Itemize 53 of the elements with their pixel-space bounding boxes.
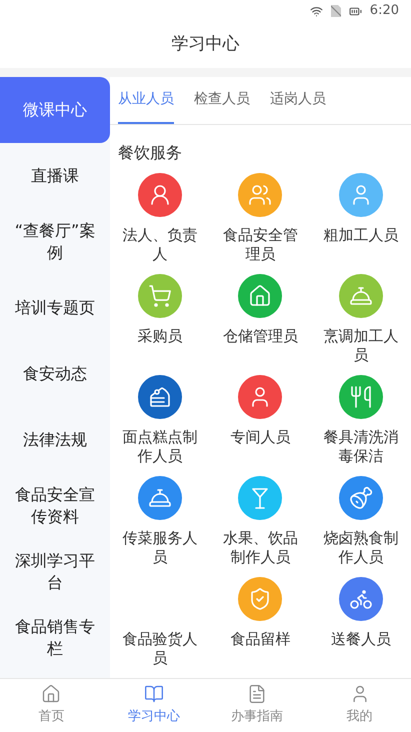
people-icon[interactable]	[238, 173, 282, 217]
role-link[interactable]: 传菜服务人员	[120, 529, 200, 567]
role-link[interactable]: 食品留样	[220, 630, 300, 649]
cloche-icon[interactable]	[138, 476, 182, 520]
clock-time: 6:20	[370, 2, 399, 20]
cart-icon[interactable]	[138, 274, 182, 318]
document-icon	[246, 684, 267, 704]
role-link[interactable]: 粗加工人员	[320, 226, 401, 245]
role-link[interactable]: 法人、负责人	[120, 226, 200, 264]
ham-icon[interactable]	[338, 476, 383, 520]
tab[interactable]: 检查人员	[194, 77, 250, 124]
sidebar-item[interactable]: 食品销售专栏	[0, 605, 110, 671]
nav-tab[interactable]: 学习中心	[102, 679, 206, 732]
role-link[interactable]: 餐具清洗消毒保洁	[320, 428, 401, 466]
sidebar-item[interactable]: 直播课	[0, 143, 110, 209]
page-title: 学习中心	[172, 33, 240, 56]
wifi-icon	[310, 4, 323, 18]
person-icon[interactable]	[338, 173, 383, 217]
shield-check-icon[interactable]	[238, 577, 282, 621]
book-icon	[144, 684, 164, 704]
role-link[interactable]: 水果、饮品制作人员	[220, 529, 300, 567]
sidebar-item[interactable]: 食安动态	[0, 341, 110, 407]
nav-tab[interactable]: 我的	[308, 679, 411, 732]
sidebar-item[interactable]: 深圳学习平台	[0, 539, 110, 605]
role-link[interactable]: 采购员	[120, 327, 200, 346]
role-link[interactable]: 仓储管理员	[220, 327, 300, 346]
person-icon[interactable]	[138, 173, 182, 217]
sidebar-item[interactable]: 法律法规	[0, 407, 110, 473]
tab[interactable]: 从业人员	[118, 77, 174, 124]
role-link[interactable]: 烹调加工人员	[320, 327, 401, 365]
person-icon[interactable]	[238, 375, 282, 419]
role-link[interactable]: 烧卤熟食制作人员	[320, 529, 401, 567]
home-icon	[41, 684, 62, 704]
sidebar-item[interactable]: 微课中心	[0, 77, 110, 143]
role-link[interactable]: 食品验货人员	[120, 630, 200, 668]
sidebar-item[interactable]: 食品安全宣传资料	[0, 473, 110, 539]
tab[interactable]: 适岗人员	[270, 77, 326, 124]
sidebar-item[interactable]: 培训专题页	[0, 275, 110, 341]
utensils-icon[interactable]	[338, 375, 383, 419]
sidebar-item[interactable]: “查餐厅”案例	[0, 209, 110, 275]
no-sim-icon	[330, 5, 341, 17]
nav-tab[interactable]: 办事指南	[206, 679, 308, 732]
section-title: 餐饮服务	[118, 143, 182, 162]
cake-icon[interactable]	[138, 375, 182, 419]
role-link[interactable]: 送餐人员	[320, 630, 401, 649]
battery-icon	[348, 4, 362, 18]
role-link[interactable]: 专间人员	[220, 428, 300, 447]
role-link[interactable]: 食品安全管理员	[220, 226, 300, 264]
cocktail-icon[interactable]	[238, 476, 282, 520]
nav-tab[interactable]: 首页	[0, 679, 103, 732]
house-icon[interactable]	[238, 274, 282, 318]
cloche-icon[interactable]	[338, 274, 383, 318]
role-link[interactable]: 面点糕点制作人员	[120, 428, 200, 466]
